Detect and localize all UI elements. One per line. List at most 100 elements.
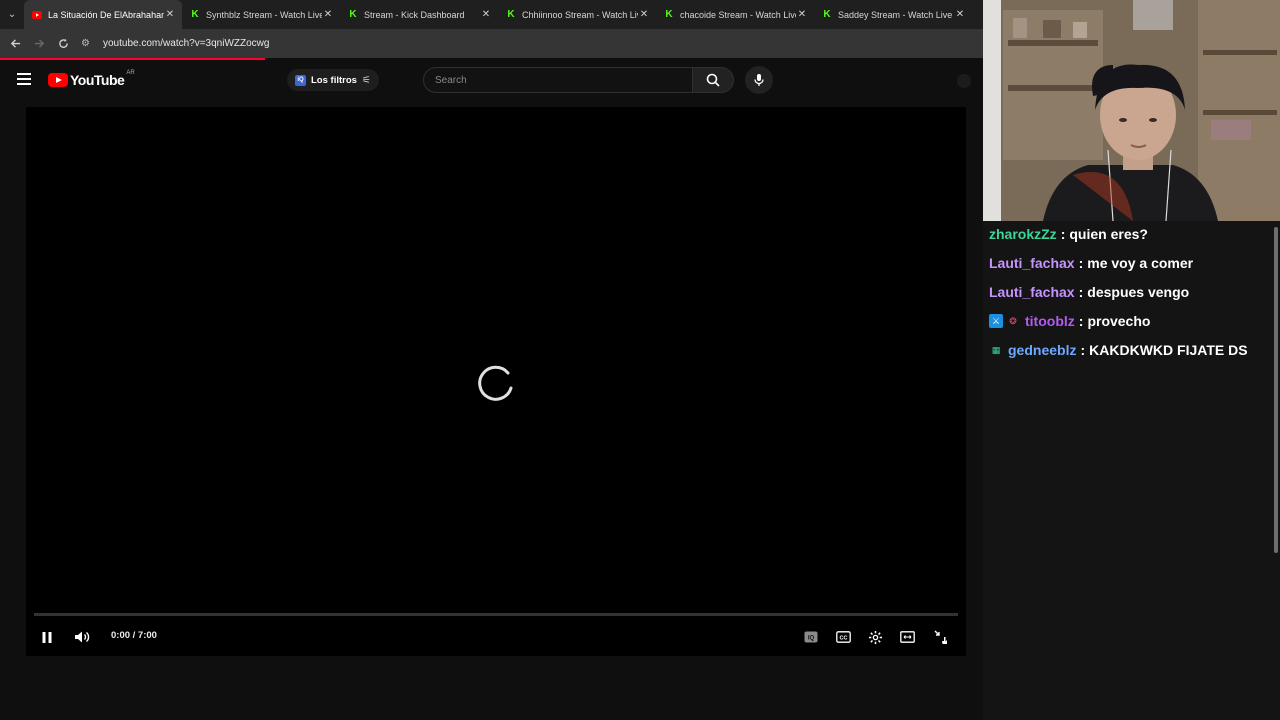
search-placeholder: Search [435, 74, 467, 86]
kick-icon: K [191, 9, 199, 20]
youtube-icon [32, 10, 42, 20]
chat-separator: : [1078, 313, 1084, 329]
kick-icon: K [507, 9, 515, 20]
tab-title: Stream - Kick Dashboard [364, 9, 465, 20]
back-button[interactable] [3, 29, 27, 58]
search-icon [706, 73, 720, 87]
tab-synthblz[interactable]: K Synthblz Stream - Watch Live o ✕ [182, 0, 340, 29]
voice-search-button[interactable] [745, 66, 773, 94]
captions-icon: CC [835, 631, 851, 643]
tab-strip: ⌄ La Situación De ElAbrahaham E ✕ K Synt… [0, 0, 983, 29]
tab-title: Synthblz Stream - Watch Live o [206, 9, 322, 20]
menu-icon[interactable] [17, 73, 31, 85]
fullscreen-exit-icon [934, 630, 947, 644]
loading-spinner-icon [478, 365, 513, 401]
chat-username[interactable]: Lauti_fachax [989, 284, 1075, 300]
gem-badge-icon: ❂ [1009, 315, 1017, 326]
video-player[interactable]: 0:00 / 7:00 IQ CC [26, 107, 966, 656]
kick-icon: K [823, 9, 831, 20]
streamer-webcam [983, 0, 1280, 221]
youtube-wordmark: YouTube [70, 72, 125, 88]
arrow-left-icon [10, 39, 20, 48]
tab-title: Saddey Stream - Watch Live on [838, 9, 954, 20]
chat-message: Lauti_fachax : despues vengo [989, 281, 1189, 303]
theater-mode-button[interactable] [897, 625, 917, 649]
webcam-image [983, 0, 1280, 221]
search-input[interactable]: Search [423, 67, 693, 93]
time-display: 0:00 / 7:00 [111, 630, 157, 641]
chat-username[interactable]: gedneeblz [1008, 342, 1076, 358]
microphone-icon [754, 74, 764, 86]
forward-button[interactable] [27, 29, 51, 58]
close-icon[interactable]: ✕ [164, 9, 176, 20]
arrow-right-icon [34, 39, 44, 48]
reload-icon [58, 38, 68, 48]
chat-separator: : [1078, 284, 1084, 300]
seek-bar[interactable] [34, 613, 958, 616]
chat-username[interactable]: Lauti_fachax [989, 255, 1075, 271]
svg-text:IQ: IQ [808, 636, 815, 642]
iq-icon: iQ [295, 74, 306, 86]
chat-username[interactable]: titooblz [1025, 313, 1075, 329]
sword-badge-icon: ⚔ [989, 314, 1003, 328]
tab-kick-dashboard[interactable]: K Stream - Kick Dashboard ✕ [340, 0, 498, 29]
kick-icon: K [349, 9, 357, 20]
browser-toolbar: ⚙ youtube.com/watch?v=3qniWZZocwg [0, 29, 983, 58]
settings-icon [868, 630, 882, 644]
youtube-play-icon [48, 73, 68, 87]
theater-mode-icon [899, 631, 915, 643]
fullscreen-exit-button[interactable] [930, 625, 952, 649]
mute-button[interactable] [71, 625, 93, 649]
chat-separator: : [1060, 226, 1066, 242]
region-code: AR [126, 70, 135, 76]
chat-text: provecho [1087, 313, 1151, 329]
chat-message: ⚔ ❂ titooblz : provecho [989, 310, 1150, 332]
close-icon[interactable]: ✕ [954, 9, 966, 20]
close-icon[interactable]: ✕ [638, 9, 650, 20]
search-button[interactable] [693, 67, 734, 93]
screen: ⌄ La Situación De ElAbrahaham E ✕ K Synt… [0, 0, 1280, 720]
iq-button[interactable]: IQ [801, 625, 821, 649]
settings-button[interactable] [865, 625, 885, 649]
pause-button[interactable] [36, 625, 58, 649]
captions-button[interactable]: CC [833, 625, 853, 649]
address-bar[interactable]: ⚙ youtube.com/watch?v=3qniWZZocwg [81, 33, 971, 55]
chat-message: zharokzZz : quien eres? [989, 223, 1148, 245]
filters-button[interactable]: iQ Los filtros ⚟ [287, 69, 379, 91]
chat-text: KAKDKWKD FIJATE DS [1089, 342, 1248, 358]
reload-button[interactable] [51, 29, 75, 58]
browser-window: ⌄ La Situación De ElAbrahaham E ✕ K Synt… [0, 0, 983, 720]
close-icon[interactable]: ✕ [322, 9, 334, 20]
youtube-logo[interactable]: YouTube AR [48, 70, 135, 88]
tab-chhiinnoo[interactable]: K Chhiinnoo Stream - Watch Live ✕ [498, 0, 656, 29]
chat-text: me voy a comer [1087, 255, 1194, 271]
svg-text:CC: CC [839, 635, 847, 641]
chat-separator: : [1080, 342, 1086, 358]
avatar[interactable] [957, 74, 971, 88]
chat-username[interactable]: zharokzZz [989, 226, 1057, 242]
close-icon[interactable]: ✕ [796, 9, 808, 20]
volume-icon [75, 631, 90, 643]
tab-youtube[interactable]: La Situación De ElAbrahaham E ✕ [24, 0, 182, 29]
pause-icon [42, 631, 52, 643]
tab-title: La Situación De ElAbrahaham E [48, 9, 164, 20]
tab-saddey[interactable]: K Saddey Stream - Watch Live on ✕ [814, 0, 972, 29]
tab-search-button[interactable]: ⌄ [0, 0, 24, 29]
tab-title: Chhiinnoo Stream - Watch Live [522, 9, 638, 20]
stream-chat: zharokzZz : quien eres? Lauti_fachax : m… [983, 221, 1280, 720]
chat-message: ▦ gedneeblz : KAKDKWKD FIJATE DS [989, 339, 1248, 361]
filters-label: Los filtros [311, 74, 357, 86]
chat-separator: : [1078, 255, 1084, 271]
kick-icon: K [665, 9, 673, 20]
tune-icon: ⚟ [361, 74, 371, 86]
site-info-icon[interactable]: ⚙ [81, 38, 97, 49]
tab-chacoide[interactable]: K chacoide Stream - Watch Live o ✕ [656, 0, 814, 29]
chat-scrollbar[interactable] [1274, 227, 1278, 553]
chat-message: Lauti_fachax : me voy a comer [989, 252, 1193, 274]
close-icon[interactable]: ✕ [480, 9, 492, 20]
iq-icon: IQ [804, 631, 818, 643]
chat-text: despues vengo [1087, 284, 1190, 300]
gift-badge-icon: ▦ [991, 344, 1001, 355]
url-text: youtube.com/watch?v=3qniWZZocwg [103, 38, 270, 49]
chat-text: quien eres? [1069, 226, 1148, 242]
